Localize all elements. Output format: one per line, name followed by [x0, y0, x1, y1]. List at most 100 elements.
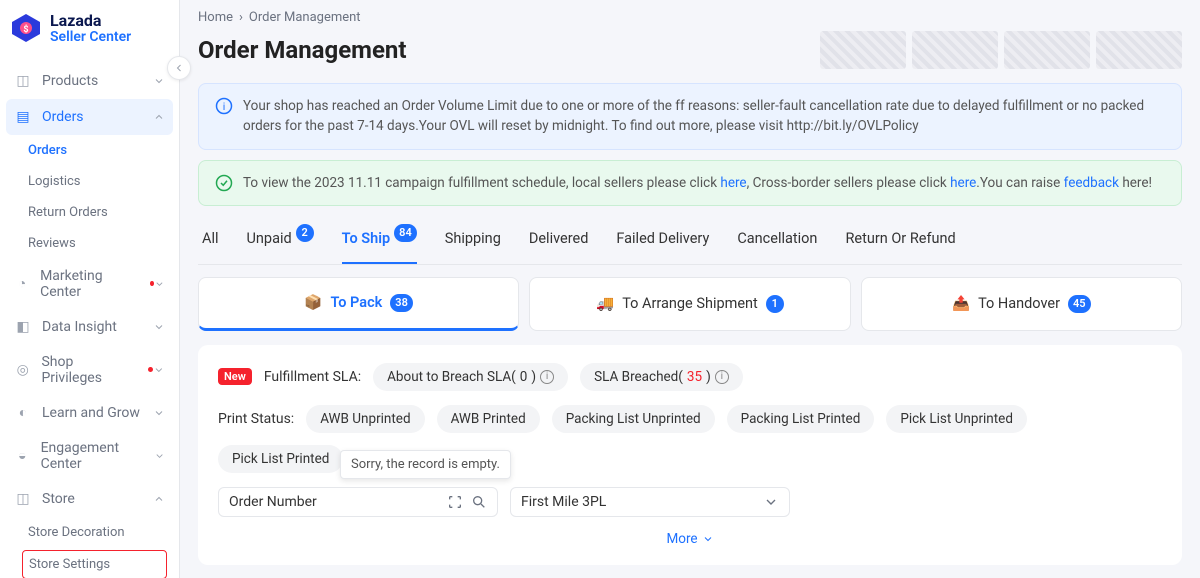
- badge-icon: ◎: [14, 361, 31, 379]
- sidebar-item-learn-grow[interactable]: ◐ Learn and Grow: [0, 395, 179, 431]
- sidebar-item-shop-privileges[interactable]: ◎ Shop Privileges: [0, 345, 179, 395]
- badge: 84: [394, 224, 417, 242]
- alert-campaign: To view the 2023 11.11 campaign fulfillm…: [198, 160, 1182, 206]
- receipt-icon: ▤: [14, 108, 32, 126]
- chevron-down-icon: [702, 533, 714, 545]
- link-here-2[interactable]: here: [950, 175, 976, 191]
- logo-text-2: Seller Center: [50, 30, 131, 45]
- main-content: Home › Order Management Order Management…: [180, 0, 1200, 578]
- sidebar-item-engagement[interactable]: ◒Engagement Center: [0, 431, 179, 481]
- subtab-to-handover[interactable]: 📤 To Handover 45: [861, 277, 1182, 331]
- label: Store: [42, 491, 75, 507]
- box-icon: ◫: [14, 72, 32, 90]
- sidebar-item-products[interactable]: ◫ Products: [0, 63, 179, 99]
- subtab-to-pack[interactable]: 📦 To Pack 38: [198, 277, 519, 331]
- label: Learn and Grow: [42, 405, 140, 421]
- badge: 1: [766, 295, 784, 313]
- tab-to-ship[interactable]: To Ship84: [342, 216, 417, 264]
- megaphone-icon: ◔: [14, 275, 30, 293]
- alert-text: Your shop has reached an Order Volume Li…: [243, 96, 1165, 137]
- scan-icon[interactable]: [447, 494, 463, 510]
- sidebar-sub-store-decoration[interactable]: Store Decoration: [0, 517, 179, 548]
- pill-awb-unprinted[interactable]: AWB Unprinted: [306, 405, 424, 433]
- pill-packing-unprinted[interactable]: Packing List Unprinted: [552, 405, 715, 433]
- tab-all[interactable]: All: [202, 216, 219, 264]
- sidebar-collapse-button[interactable]: [167, 56, 191, 80]
- blurred-item: [1004, 31, 1090, 69]
- svg-text:i: i: [223, 100, 226, 113]
- chevron-down-icon: [763, 494, 779, 510]
- chevron-down-icon: [153, 364, 165, 376]
- pill-awb-printed[interactable]: AWB Printed: [437, 405, 540, 433]
- check-circle-icon: [215, 174, 233, 192]
- sidebar-sub-reviews[interactable]: Reviews: [0, 228, 179, 259]
- sidebar-sub-orders[interactable]: Orders: [0, 135, 179, 166]
- label: Marketing Center: [40, 268, 136, 300]
- subtab-arrange-shipment[interactable]: 🚚 To Arrange Shipment 1: [529, 277, 850, 331]
- chevron-left-icon: [173, 62, 185, 74]
- order-tabs: All Unpaid2 To Ship84 Shipping Delivered…: [198, 216, 1182, 265]
- empty-record-tooltip: Sorry, the record is empty.: [340, 450, 511, 479]
- new-badge: New: [218, 368, 252, 385]
- chevron-right-icon: ›: [239, 10, 243, 25]
- tab-cancellation[interactable]: Cancellation: [737, 216, 817, 264]
- sidebar: $ Lazada Seller Center ◫ Products ▤ Orders…: [0, 0, 180, 578]
- search-icon[interactable]: [471, 494, 487, 510]
- label: Orders: [42, 109, 84, 125]
- sidebar-item-store[interactable]: ◫ Store: [0, 481, 179, 517]
- lazada-logo-icon: $: [10, 12, 42, 44]
- chevron-down-icon: [153, 407, 165, 419]
- sidebar-item-marketing[interactable]: ◔ Marketing Center: [0, 259, 179, 309]
- ship-subtabs: 📦 To Pack 38 🚚 To Arrange Shipment 1 📤 T…: [198, 277, 1182, 331]
- info-icon: i: [715, 370, 729, 384]
- badge: 45: [1068, 295, 1091, 313]
- sidebar-item-data-insight[interactable]: ◧ Data Insight: [0, 309, 179, 345]
- label: Engagement Center: [41, 440, 154, 472]
- sidebar-sub-store-settings[interactable]: Store Settings: [22, 550, 167, 578]
- book-icon: ◐: [14, 404, 32, 422]
- logo[interactable]: $ Lazada Seller Center: [0, 0, 179, 57]
- more-filters-toggle[interactable]: More: [218, 531, 1162, 547]
- breadcrumb-home[interactable]: Home: [198, 10, 233, 25]
- sidebar-sub-logistics[interactable]: Logistics: [0, 166, 179, 197]
- link-feedback[interactable]: feedback: [1064, 175, 1119, 191]
- link-here-1[interactable]: here: [720, 175, 746, 191]
- chevron-up-icon: [153, 111, 165, 123]
- select-value: First Mile 3PL: [521, 494, 606, 510]
- pill-pick-unprinted[interactable]: Pick List Unprinted: [886, 405, 1027, 433]
- breadcrumb-page: Order Management: [249, 10, 361, 25]
- svg-text:$: $: [23, 24, 28, 35]
- tab-shipping[interactable]: Shipping: [445, 216, 501, 264]
- badge: 38: [390, 294, 413, 312]
- pill-about-to-breach[interactable]: About to Breach SLA(0) i: [373, 363, 568, 391]
- alert-text: To view the 2023 11.11 campaign fulfillm…: [243, 173, 1152, 193]
- truck-icon: 🚚: [596, 295, 614, 313]
- sidebar-item-orders[interactable]: ▤ Orders: [6, 99, 173, 135]
- chart-icon: ◧: [14, 318, 32, 336]
- handover-icon: 📤: [952, 295, 970, 313]
- blurred-item: [912, 31, 998, 69]
- tab-unpaid[interactable]: Unpaid2: [247, 216, 314, 264]
- breadcrumb: Home › Order Management: [198, 10, 1182, 25]
- store-icon: ◫: [14, 490, 32, 508]
- logo-text-1: Lazada: [50, 12, 131, 30]
- tab-delivered[interactable]: Delivered: [529, 216, 589, 264]
- tab-return-refund[interactable]: Return Or Refund: [845, 216, 955, 264]
- pill-sla-breached[interactable]: SLA Breached(35) i: [580, 363, 743, 391]
- print-status-label: Print Status:: [218, 411, 294, 427]
- tab-failed-delivery[interactable]: Failed Delivery: [616, 216, 709, 264]
- sidebar-sub-return-orders[interactable]: Return Orders: [0, 197, 179, 228]
- label: Data Insight: [42, 319, 117, 335]
- alert-ovl: i Your shop has reached an Order Volume …: [198, 83, 1182, 150]
- order-number-input[interactable]: Order Number: [218, 487, 498, 517]
- pill-packing-printed[interactable]: Packing List Printed: [727, 405, 875, 433]
- label: Shop Privileges: [41, 354, 134, 386]
- chevron-down-icon: [153, 321, 165, 333]
- first-mile-select[interactable]: First Mile 3PL: [510, 487, 790, 517]
- label: Products: [42, 73, 98, 89]
- badge: 2: [296, 224, 314, 242]
- pill-pick-printed[interactable]: Pick List Printed: [218, 445, 343, 473]
- chevron-down-icon: [154, 450, 165, 462]
- chevron-down-icon: [154, 278, 165, 290]
- info-icon: i: [215, 97, 233, 115]
